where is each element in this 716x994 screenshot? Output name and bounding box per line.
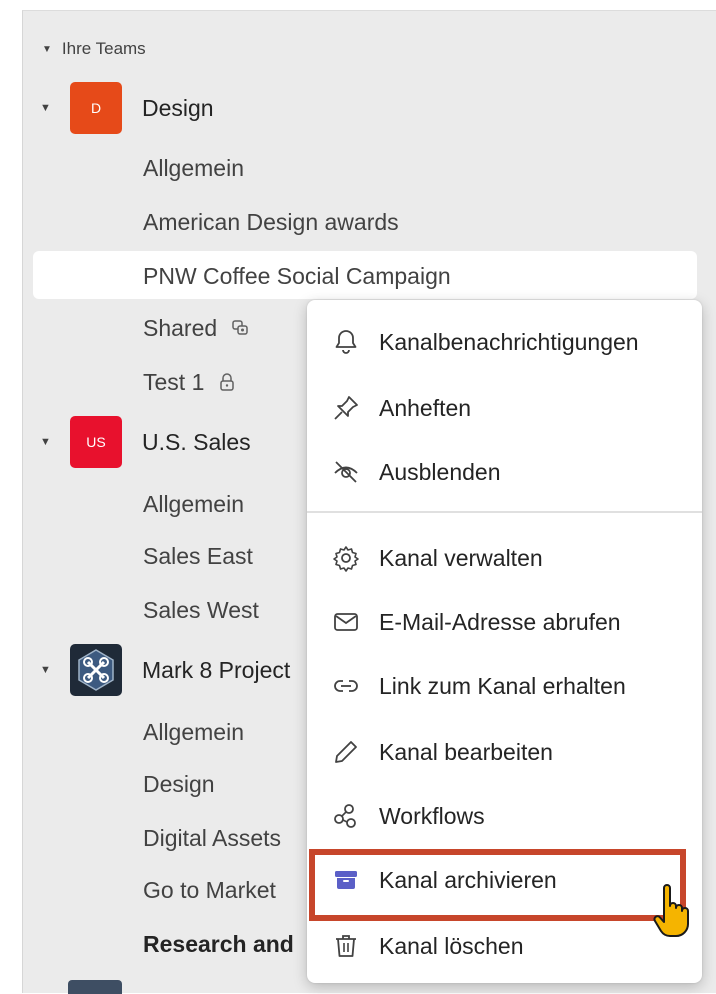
team-name: Mark 8 Project — [142, 656, 291, 683]
menu-item-label: Link zum Kanal erhalten — [379, 672, 626, 699]
channel-label: Test 1 — [143, 368, 205, 395]
channel-label: American Design awards — [143, 208, 399, 235]
menu-item-label: Ausblenden — [379, 458, 501, 485]
workflow-icon — [329, 799, 363, 833]
menu-item-label: Kanal verwalten — [379, 544, 543, 571]
channel-item[interactable]: Sales East — [143, 536, 253, 576]
channel-item-selected[interactable]: PNW Coffee Social Campaign — [143, 256, 451, 296]
channel-label: Research and — [143, 930, 294, 957]
channel-item[interactable]: Sales West — [143, 590, 259, 630]
trash-icon — [329, 929, 363, 963]
team-avatar: US — [70, 416, 122, 468]
channel-item[interactable]: American Design awards — [143, 202, 399, 242]
team-name: Design — [142, 94, 214, 121]
menu-item-archive-channel[interactable]: Kanal archivieren — [307, 852, 702, 908]
channel-label: Allgemein — [143, 154, 244, 181]
caret-down-icon[interactable]: ▼ — [40, 664, 54, 676]
lock-icon — [218, 372, 236, 392]
archive-icon — [329, 863, 363, 897]
channel-item[interactable]: Allgemein — [143, 148, 244, 188]
channel-item[interactable]: Design — [143, 764, 215, 804]
link-icon — [329, 669, 363, 703]
channel-item[interactable]: Shared — [143, 308, 249, 348]
channel-item[interactable]: Test 1 — [143, 362, 236, 402]
team-design[interactable]: ▼ D Design — [40, 80, 214, 136]
menu-item-get-link[interactable]: Link zum Kanal erhalten — [307, 658, 702, 714]
channel-item[interactable]: Allgemein — [143, 712, 244, 752]
menu-item-label: Kanalbenachrichtigungen — [379, 328, 639, 355]
channel-label: Sales West — [143, 596, 259, 623]
menu-item-delete-channel[interactable]: Kanal löschen — [307, 918, 702, 974]
channel-item[interactable]: Allgemein — [143, 484, 244, 524]
menu-divider — [307, 511, 702, 513]
channel-label: PNW Coffee Social Campaign — [143, 262, 451, 289]
caret-down-icon: ▼ — [42, 43, 52, 55]
menu-item-label: Kanal löschen — [379, 932, 524, 959]
shared-channel-icon — [231, 319, 249, 337]
caret-down-icon[interactable]: ▼ — [40, 436, 54, 448]
section-label: Ihre Teams — [61, 39, 146, 58]
menu-item-pin[interactable]: Anheften — [307, 380, 702, 436]
gear-icon — [329, 541, 363, 575]
channel-label: Go to Market — [143, 876, 276, 903]
eye-off-icon — [329, 455, 363, 489]
channel-label: Sales East — [143, 542, 253, 569]
team-mark-8-project[interactable]: ▼ Mark 8 Project — [40, 642, 290, 698]
channel-label: Digital Assets — [143, 824, 282, 851]
pin-icon — [329, 391, 363, 425]
menu-item-get-email[interactable]: E-Mail-Adresse abrufen — [307, 594, 702, 650]
menu-item-label: Workflows — [379, 802, 485, 829]
team-avatar — [70, 644, 122, 696]
channel-label: Design — [143, 770, 215, 797]
channel-item[interactable]: Research and — [143, 924, 294, 964]
channel-label: Allgemein — [143, 718, 244, 745]
bell-icon — [329, 325, 363, 359]
channel-label: Allgemein — [143, 490, 244, 517]
drone-icon — [78, 649, 114, 691]
menu-item-label: Anheften — [379, 394, 472, 421]
caret-down-icon[interactable]: ▼ — [40, 102, 54, 114]
menu-item-label: E-Mail-Adresse abrufen — [379, 608, 621, 635]
channel-label: Shared — [143, 314, 218, 341]
mail-icon — [329, 605, 363, 639]
team-name: U.S. Sales — [142, 428, 251, 455]
menu-item-edit-channel[interactable]: Kanal bearbeiten — [307, 724, 702, 780]
menu-item-hide[interactable]: Ausblenden — [307, 444, 702, 500]
team-us-sales[interactable]: ▼ US U.S. Sales — [40, 414, 251, 470]
channel-item[interactable]: Digital Assets — [143, 818, 281, 858]
menu-item-workflows[interactable]: Workflows — [307, 788, 702, 844]
hand-cursor-icon — [652, 884, 692, 945]
section-header-your-teams[interactable]: ▼ Ihre Teams — [42, 36, 146, 62]
channel-item[interactable]: Go to Market — [143, 870, 276, 910]
menu-item-label: Kanal bearbeiten — [379, 738, 553, 765]
menu-item-label: Kanal archivieren — [379, 866, 557, 893]
menu-item-notifications[interactable]: Kanalbenachrichtigungen — [307, 314, 702, 370]
pencil-icon — [329, 735, 363, 769]
channel-context-menu: Kanalbenachrichtigungen Anheften Ausblen… — [307, 300, 702, 983]
menu-item-manage-channel[interactable]: Kanal verwalten — [307, 530, 702, 586]
team-avatar: D — [70, 82, 122, 134]
